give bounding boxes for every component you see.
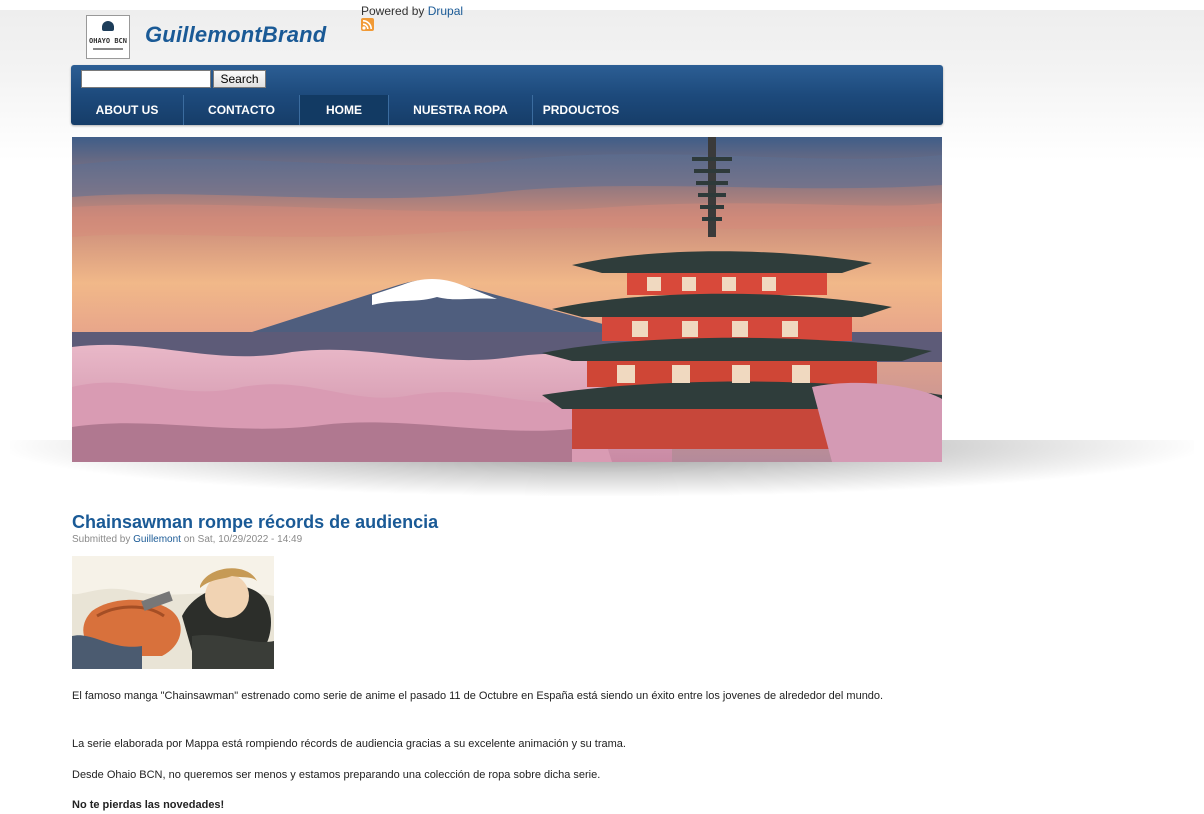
site-logo[interactable]: OHAYO BCN bbox=[86, 15, 130, 59]
nav-item-about-us[interactable]: ABOUT US bbox=[71, 95, 184, 125]
hero-banner-image bbox=[72, 137, 942, 462]
article-paragraph-2: La serie elaborada por Mappa está rompie… bbox=[72, 738, 626, 750]
submitted-prefix: Submitted by bbox=[72, 534, 131, 545]
logo-underline bbox=[93, 48, 123, 50]
nav-item-home[interactable]: HOME bbox=[300, 95, 389, 125]
article-paragraph-4: No te pierdas las novedades! bbox=[72, 799, 225, 811]
author-link[interactable]: Guillemont bbox=[133, 534, 181, 545]
article-image bbox=[72, 556, 274, 669]
nav-item-prdouctos[interactable]: PRDOUCTOS bbox=[533, 95, 629, 125]
rss-feed-icon[interactable] bbox=[361, 18, 374, 31]
article-title[interactable]: Chainsawman rompe récords de audiencia bbox=[72, 512, 438, 533]
nav-item-contacto[interactable]: CONTACTO bbox=[184, 95, 300, 125]
article-paragraph-3: Desde Ohaio BCN, no queremos ser menos y… bbox=[72, 769, 601, 781]
logo-text: OHAYO BCN bbox=[89, 37, 127, 45]
search-button[interactable]: Search bbox=[213, 70, 266, 88]
main-menu: ABOUT US CONTACTO HOME NUESTRA ROPA PRDO… bbox=[71, 95, 629, 125]
submitted-date: on Sat, 10/29/2022 - 14:49 bbox=[183, 534, 303, 545]
logo-mascot-icon bbox=[102, 21, 114, 31]
article-paragraph-1: El famoso manga "Chainsawman" estrenado … bbox=[72, 690, 884, 702]
powered-by: Powered by Drupal bbox=[361, 4, 463, 18]
submitted-info: Submitted by Guillemont on Sat, 10/29/20… bbox=[72, 534, 302, 545]
powered-by-text: Powered by bbox=[361, 4, 425, 18]
browser-top-strip bbox=[0, 0, 1204, 10]
drupal-link[interactable]: Drupal bbox=[428, 4, 463, 18]
nav-item-nuestra-ropa[interactable]: NUESTRA ROPA bbox=[389, 95, 533, 125]
search-input[interactable] bbox=[81, 70, 211, 88]
site-name[interactable]: GuillemontBrand bbox=[145, 22, 326, 48]
